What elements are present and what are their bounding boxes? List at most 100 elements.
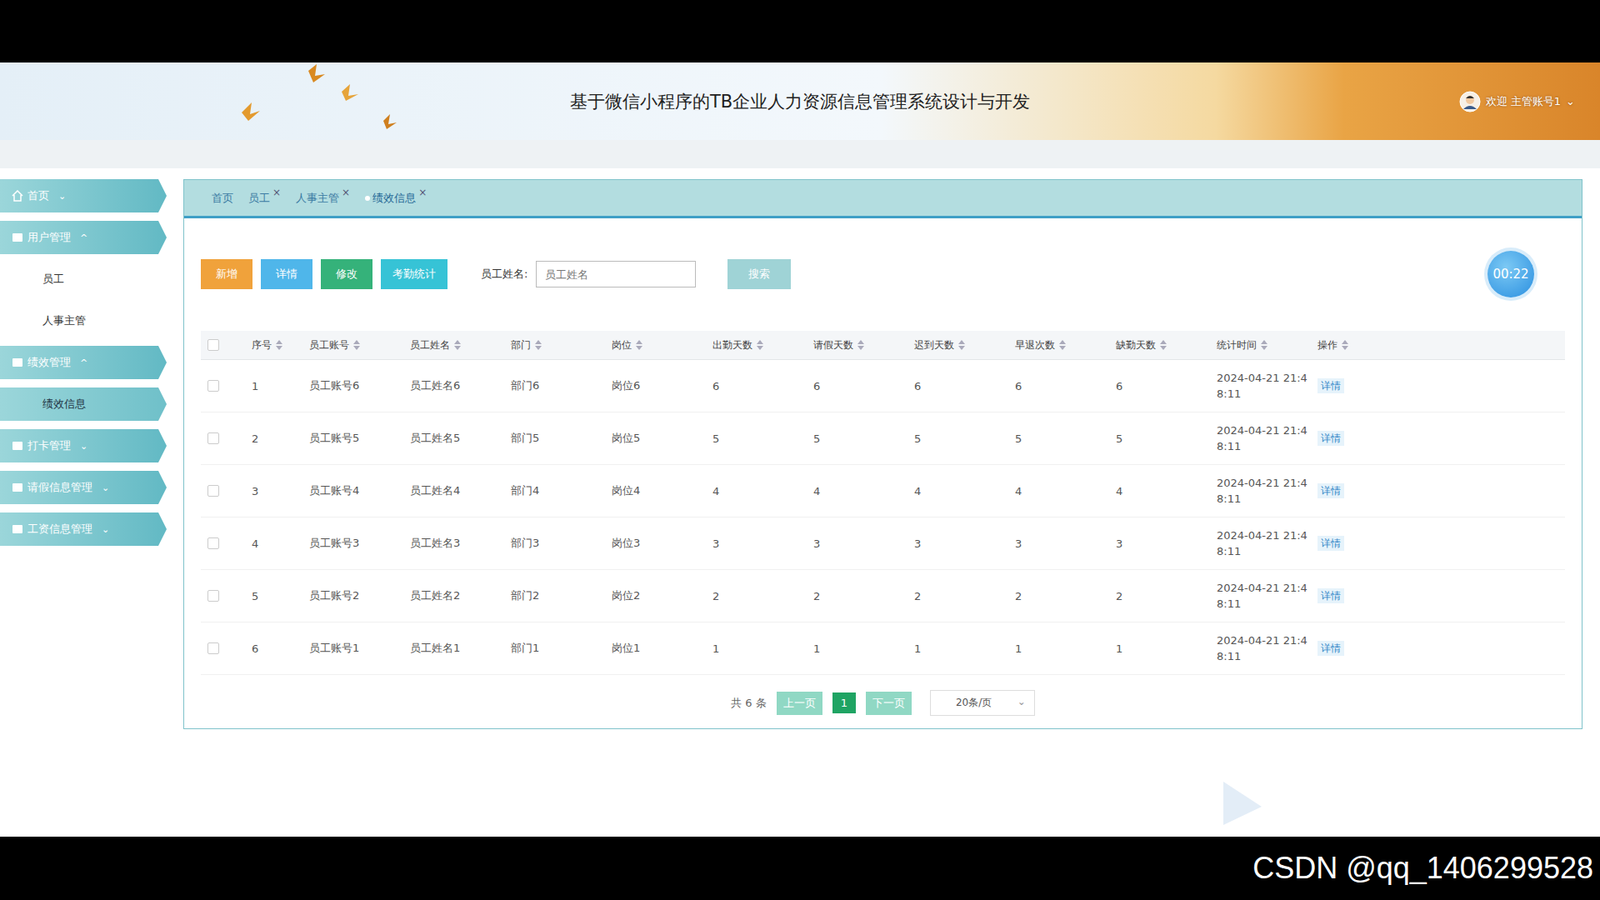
row-checkbox[interactable]: [207, 380, 220, 392]
detail-link[interactable]: 详情: [1317, 535, 1345, 551]
toolbar-button[interactable]: 新增: [200, 259, 253, 290]
table-cell: 5: [1015, 432, 1116, 445]
table-cell: 岗位1: [611, 640, 713, 656]
page-size-select[interactable]: 20条/页⌄: [930, 690, 1035, 716]
tab-bar: 首页员工× 人事主管× 绩效信息×: [184, 180, 1582, 219]
sort-icon[interactable]: [535, 340, 542, 350]
column-header[interactable]: 出勤天数: [712, 338, 814, 353]
search-button[interactable]: 搜索: [727, 259, 791, 290]
table-row[interactable]: 2员工账号5员工姓名5部门5岗位5555552024-04-21 21:48:1…: [200, 412, 1565, 465]
sidebar-item[interactable]: 首页⌄: [0, 179, 167, 213]
detail-link[interactable]: 详情: [1317, 588, 1345, 604]
sort-icon[interactable]: [454, 340, 461, 350]
csdn-watermark: CSDN @qq_1406299528: [1252, 850, 1594, 886]
table-cell: 1: [1015, 642, 1116, 655]
table-cell: 岗位6: [611, 378, 713, 394]
table-row[interactable]: 1员工账号6员工姓名6部门6岗位6666662024-04-21 21:48:1…: [200, 360, 1565, 413]
table-row[interactable]: 6员工账号1员工姓名1部门1岗位1111112024-04-21 21:48:1…: [200, 622, 1565, 675]
menu-icon: [11, 481, 24, 494]
table-row[interactable]: 4员工账号3员工姓名3部门3岗位3333332024-04-21 21:48:1…: [200, 517, 1565, 570]
toolbar-button[interactable]: 修改: [320, 259, 373, 290]
sort-icon[interactable]: [1341, 340, 1349, 350]
sort-icon[interactable]: [275, 340, 283, 350]
table-cell: 5: [914, 432, 1015, 445]
row-checkbox[interactable]: [207, 432, 220, 445]
video-frame: 基于微信小程序的TB企业人力资源信息管理系统设计与开发 欢迎 主管账号1⌄ 首页⌄ 用…: [0, 0, 1600, 900]
sort-icon[interactable]: [958, 340, 965, 350]
table-cell: 岗位5: [611, 430, 713, 446]
column-header[interactable]: 员工姓名: [410, 338, 511, 353]
column-header[interactable]: 操作: [1317, 338, 1565, 353]
column-header[interactable]: 请假天数: [813, 338, 915, 353]
main-area: 首页⌄ 用户管理^ 员工人事主管绩效管理^ 绩效信息打卡管理⌄ 请假信息管理⌄ 工资信息管…: [0, 168, 1600, 730]
row-checkbox[interactable]: [207, 537, 220, 550]
page-button[interactable]: 1: [832, 692, 856, 714]
detail-link[interactable]: 详情: [1317, 640, 1345, 656]
column-header[interactable]: 员工账号: [309, 338, 410, 353]
sidebar-item[interactable]: 绩效管理^: [0, 345, 167, 380]
sort-icon[interactable]: [756, 340, 764, 350]
tab[interactable]: 首页: [211, 190, 234, 206]
sidebar-item[interactable]: 工资信息管理⌄: [0, 512, 167, 546]
table-cell: 6: [813, 380, 915, 393]
column-header[interactable]: 统计时间: [1216, 338, 1318, 353]
sort-icon[interactable]: [353, 340, 360, 350]
sort-icon[interactable]: [1160, 340, 1167, 350]
table-cell: 6: [712, 380, 814, 393]
select-all-checkbox[interactable]: [207, 339, 220, 351]
row-checkbox[interactable]: [207, 642, 220, 655]
table-cell: 岗位4: [611, 483, 713, 499]
sort-icon[interactable]: [857, 340, 865, 350]
sidebar: 首页⌄ 用户管理^ 员工人事主管绩效管理^ 绩效信息打卡管理⌄ 请假信息管理⌄ 工资信息管…: [0, 179, 167, 730]
search-input[interactable]: [535, 260, 696, 288]
avatar-icon: [1459, 90, 1481, 113]
table-cell: 3: [251, 485, 310, 498]
tab[interactable]: 人事主管×: [295, 190, 350, 206]
sidebar-subitem[interactable]: 员工: [0, 262, 167, 296]
table-cell: 6: [251, 642, 310, 655]
system-title: 基于微信小程序的TB企业人力资源信息管理系统设计与开发: [560, 90, 1040, 114]
table-cell: 2: [1015, 590, 1116, 603]
row-checkbox[interactable]: [207, 590, 220, 602]
row-checkbox[interactable]: [207, 485, 220, 497]
prev-button[interactable]: 上一页: [776, 691, 823, 715]
content-panel: 首页员工×人事主管×绩效信息×新增详情修改考勤统计员工姓名:搜索00:22序号员…: [183, 179, 1583, 730]
sidebar-item[interactable]: 打卡管理⌄: [0, 429, 167, 463]
table-cell: 岗位2: [611, 588, 713, 604]
next-button[interactable]: 下一页: [865, 691, 912, 715]
detail-link[interactable]: 详情: [1317, 483, 1345, 499]
table-cell: 员工账号4: [309, 483, 410, 499]
tab-close-icon[interactable]: ×: [418, 186, 427, 199]
column-header[interactable]: 序号: [251, 338, 310, 353]
sidebar-item[interactable]: 用户管理^: [0, 220, 167, 255]
timer-badge: 00:22: [1487, 250, 1535, 298]
sidebar-subitem[interactable]: 人事主管: [0, 304, 167, 338]
user-menu[interactable]: 欢迎 主管账号1⌄: [1459, 90, 1600, 113]
column-header[interactable]: 早退次数: [1015, 338, 1116, 353]
sidebar-item[interactable]: 请假信息管理⌄: [0, 470, 167, 505]
toolbar-button[interactable]: 详情: [260, 259, 313, 290]
column-header[interactable]: 缺勤天数: [1115, 338, 1217, 353]
table-row[interactable]: 5员工账号2员工姓名2部门2岗位2222222024-04-21 21:48:1…: [200, 570, 1565, 623]
table-row[interactable]: 3员工账号4员工姓名4部门4岗位4444442024-04-21 21:48:1…: [200, 465, 1565, 518]
tab-close-icon[interactable]: ×: [341, 186, 350, 199]
column-header[interactable]: 迟到天数: [914, 338, 1015, 353]
detail-link[interactable]: 详情: [1317, 430, 1345, 446]
detail-link[interactable]: 详情: [1317, 378, 1345, 394]
sort-icon[interactable]: [1260, 340, 1268, 350]
tab[interactable]: 员工×: [248, 190, 281, 206]
menu-icon: [11, 523, 24, 535]
column-header[interactable]: 部门: [510, 338, 612, 353]
column-header[interactable]: 岗位: [611, 338, 713, 353]
sort-icon[interactable]: [1059, 340, 1066, 350]
table-cell: 部门4: [510, 483, 612, 499]
tab-close-icon[interactable]: ×: [272, 186, 281, 199]
table-cell: 4: [712, 485, 814, 498]
sidebar-subitem[interactable]: 绩效信息: [0, 387, 167, 421]
table-cell: 1: [712, 642, 814, 655]
table-cell: 5: [1115, 432, 1217, 445]
tab[interactable]: 绩效信息×: [365, 190, 427, 206]
sort-icon[interactable]: [635, 340, 643, 350]
toolbar-button[interactable]: 考勤统计: [380, 259, 448, 290]
table-cell: 2024-04-21 21:48:11: [1216, 475, 1318, 508]
